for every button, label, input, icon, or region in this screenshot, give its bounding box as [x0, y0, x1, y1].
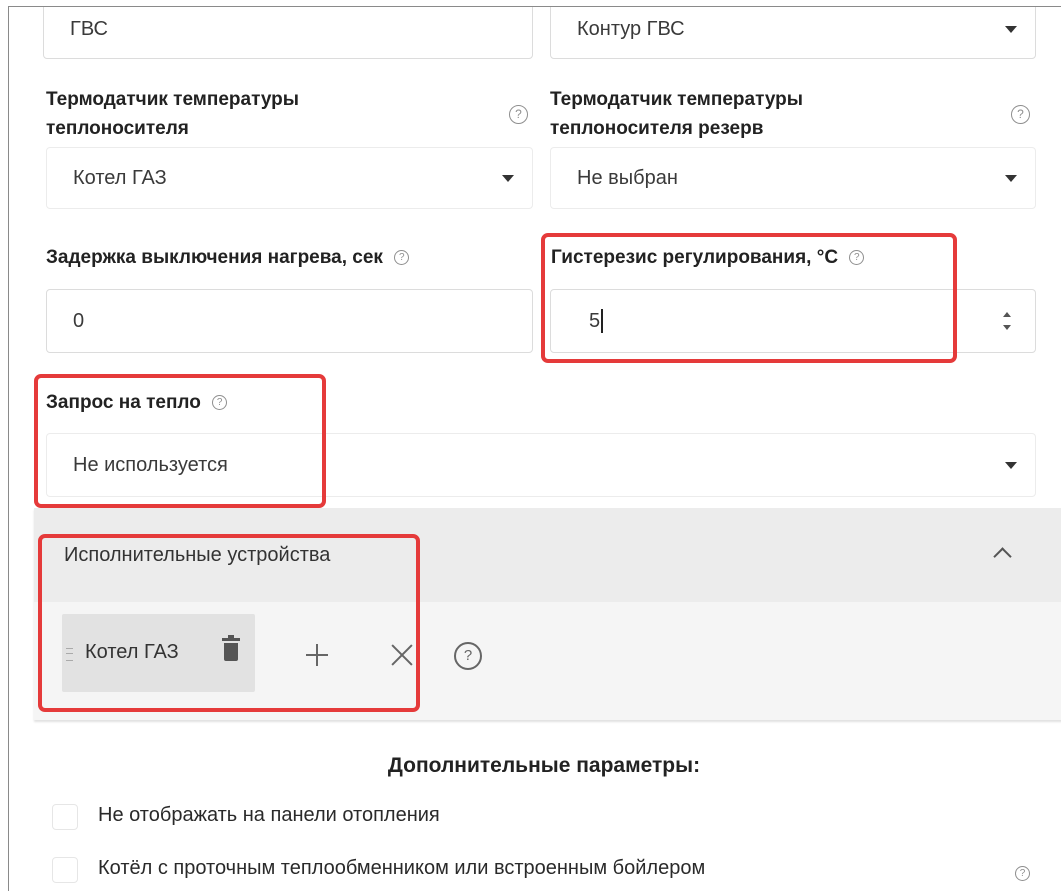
circuit-name-input[interactable]: ГВС	[43, 7, 533, 59]
chevron-down-icon	[1005, 26, 1017, 33]
sensor-reserve-select-value: Не выбран	[577, 166, 678, 189]
sensor-select[interactable]: Котел ГАЗ	[46, 147, 533, 209]
delay-help-icon[interactable]: ?	[394, 250, 410, 266]
heat-request-highlight	[34, 374, 326, 508]
settings-panel: ГВС Контур ГВС Термодатчик температуры т…	[8, 6, 1061, 891]
flow-boiler-checkbox[interactable]	[52, 857, 78, 883]
sensor-select-value: Котел ГАЗ	[73, 166, 167, 189]
chevron-up-icon[interactable]	[993, 547, 1012, 566]
hide-from-panel-label: Не отображать на панели отопления	[98, 804, 440, 826]
sensor-reserve-label: Термодатчик температуры теплоносителя ре…	[550, 89, 803, 139]
flow-boiler-label: Котёл с проточным теплообменником или вс…	[98, 857, 706, 879]
sensor-help-icon[interactable]: ?	[509, 105, 528, 124]
chevron-down-icon	[1005, 462, 1017, 469]
additional-title: Дополнительные параметры:	[387, 754, 701, 777]
delay-input[interactable]: 0	[46, 289, 533, 353]
chevron-down-icon	[1005, 175, 1017, 182]
hysteresis-highlight	[541, 233, 957, 363]
hide-from-panel-checkbox[interactable]	[52, 804, 78, 830]
sensor-label: Термодатчик температуры теплоносителя	[46, 89, 299, 139]
circuit-name-value: ГВС	[70, 17, 108, 40]
number-spinner-icon[interactable]	[1003, 312, 1013, 330]
sensor-reserve-select[interactable]: Не выбран	[550, 147, 1036, 209]
chevron-down-icon	[502, 175, 514, 182]
help-icon[interactable]: ?	[454, 642, 482, 670]
actuators-highlight	[38, 534, 420, 712]
delay-label: Задержка выключения нагрева, сек ?	[46, 243, 410, 272]
circuit-type-value: Контур ГВС	[577, 17, 685, 40]
delay-input-value: 0	[73, 309, 85, 332]
circuit-type-select[interactable]: Контур ГВС	[550, 7, 1036, 59]
sensor-reserve-help-icon[interactable]: ?	[1011, 105, 1030, 124]
flow-boiler-help-icon[interactable]: ?	[1015, 866, 1030, 881]
